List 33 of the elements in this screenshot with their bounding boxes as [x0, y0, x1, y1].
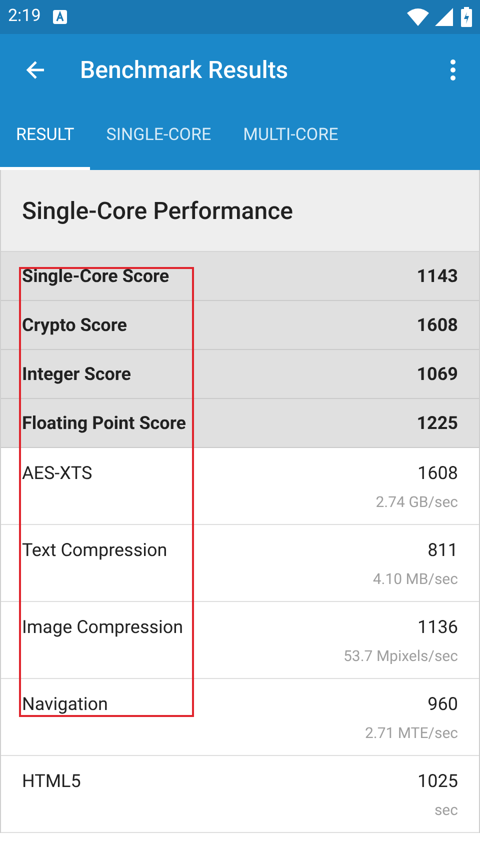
- benchmark-score: 811: [428, 539, 458, 563]
- benchmark-score: 1025: [418, 770, 458, 794]
- benchmark-rate: 53.7 Mpixels/sec: [343, 646, 458, 667]
- section-title: Single-Core Performance: [22, 196, 293, 226]
- tab[interactable]: MULTI-CORE: [227, 105, 354, 170]
- score-value: 1069: [416, 362, 458, 386]
- score-label: Single-Core Score: [22, 264, 170, 288]
- wifi-icon: [407, 8, 429, 26]
- signal-icon: [435, 8, 453, 26]
- benchmark-name: HTML5: [22, 770, 81, 794]
- status-time: 2:19: [8, 5, 41, 28]
- screen-title: Benchmark Results: [80, 54, 288, 86]
- score-value: 1143: [416, 264, 458, 288]
- benchmark-score: 1136: [418, 616, 458, 640]
- benchmark-rate: 4.10 MB/sec: [372, 569, 458, 590]
- notification-icon: [52, 10, 67, 24]
- tab[interactable]: SINGLE-CORE: [90, 105, 228, 170]
- more-options-icon[interactable]: [450, 58, 456, 80]
- benchmark-name: Image Compression: [22, 616, 184, 640]
- benchmark-name: Text Compression: [22, 539, 168, 563]
- benchmark-rate: 2.71 MTE/sec: [364, 723, 458, 744]
- score-value: 1225: [416, 412, 458, 436]
- score-label: Integer Score: [22, 362, 132, 386]
- benchmark-rate: 2.74 GB/sec: [376, 492, 458, 513]
- battery-icon: [461, 7, 472, 27]
- benchmark-score: 1608: [418, 462, 458, 486]
- score-label: Crypto Score: [22, 314, 127, 338]
- score-label: Floating Point Score: [22, 412, 186, 436]
- benchmark-score: 960: [428, 693, 458, 717]
- score-value: 1608: [416, 314, 458, 338]
- benchmark-name: AES-XTS: [22, 462, 92, 486]
- benchmark-name: Navigation: [22, 693, 108, 717]
- benchmark-rate: sec: [434, 800, 458, 821]
